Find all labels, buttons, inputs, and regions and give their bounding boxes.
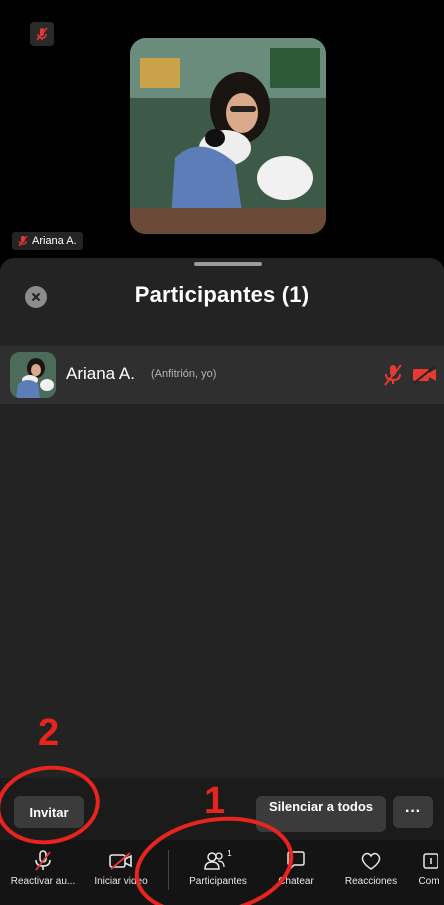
- participant-row[interactable]: Ariana A. (Anfitrión, yo): [0, 346, 444, 404]
- sheet-drag-handle[interactable]: [194, 262, 262, 266]
- participants-count-badge: 1: [227, 848, 232, 858]
- panel-title: Participantes (1): [134, 282, 310, 307]
- toolbar-participants-button[interactable]: 1 Participantes: [180, 840, 256, 905]
- meeting-toolbar: Reactivar au... Iniciar video 1 Particip…: [0, 840, 444, 905]
- mute-all-button[interactable]: Silenciar a todos: [256, 796, 386, 832]
- video-name-label: Ariana A.: [32, 235, 77, 247]
- panel-action-bar: Invitar Silenciar a todos ···: [0, 778, 444, 840]
- toolbar-reactions-button[interactable]: Reacciones: [336, 840, 406, 905]
- heart-icon: [361, 852, 381, 870]
- video-area: Ariana A.: [0, 0, 444, 262]
- participant-mic-muted-icon[interactable]: [383, 363, 403, 392]
- participants-panel: Participantes (1) Ariana A. (Anfitrión, …: [0, 258, 444, 778]
- toolbar-share-button[interactable]: Com: [414, 840, 444, 905]
- participants-icon: [204, 852, 225, 870]
- toolbar-divider: [168, 850, 169, 890]
- toolbar-label: Chatear: [278, 876, 314, 887]
- participant-video-off-icon[interactable]: [412, 366, 438, 389]
- more-options-button[interactable]: ···: [393, 796, 433, 828]
- share-icon: [423, 853, 438, 869]
- invite-button[interactable]: Invitar: [14, 796, 84, 828]
- avatar: [10, 352, 56, 398]
- toolbar-unmute-button[interactable]: Reactivar au...: [4, 840, 82, 905]
- chat-icon: [287, 851, 305, 871]
- toolbar-start-video-button[interactable]: Iniciar video: [86, 840, 156, 905]
- self-mute-indicator: [30, 22, 54, 46]
- toolbar-label: Participantes: [189, 876, 247, 887]
- video-name-tag: Ariana A.: [12, 232, 83, 250]
- toolbar-label: Iniciar video: [94, 876, 148, 887]
- video-frame-image: [130, 38, 326, 234]
- mic-muted-icon: [18, 235, 28, 247]
- toolbar-label: Com: [418, 876, 440, 887]
- participant-video[interactable]: [130, 38, 326, 234]
- mic-muted-icon: [35, 850, 51, 871]
- video-off-icon: [109, 852, 132, 870]
- participant-role: (Anfitrión, yo): [151, 368, 217, 380]
- avatar-image: [10, 352, 56, 398]
- toolbar-chat-button[interactable]: Chatear: [266, 840, 326, 905]
- toolbar-label: Reactivar au...: [10, 876, 76, 887]
- toolbar-label: Reacciones: [344, 876, 398, 887]
- mic-muted-icon: [36, 27, 48, 41]
- participant-name: Ariana A.: [66, 364, 135, 383]
